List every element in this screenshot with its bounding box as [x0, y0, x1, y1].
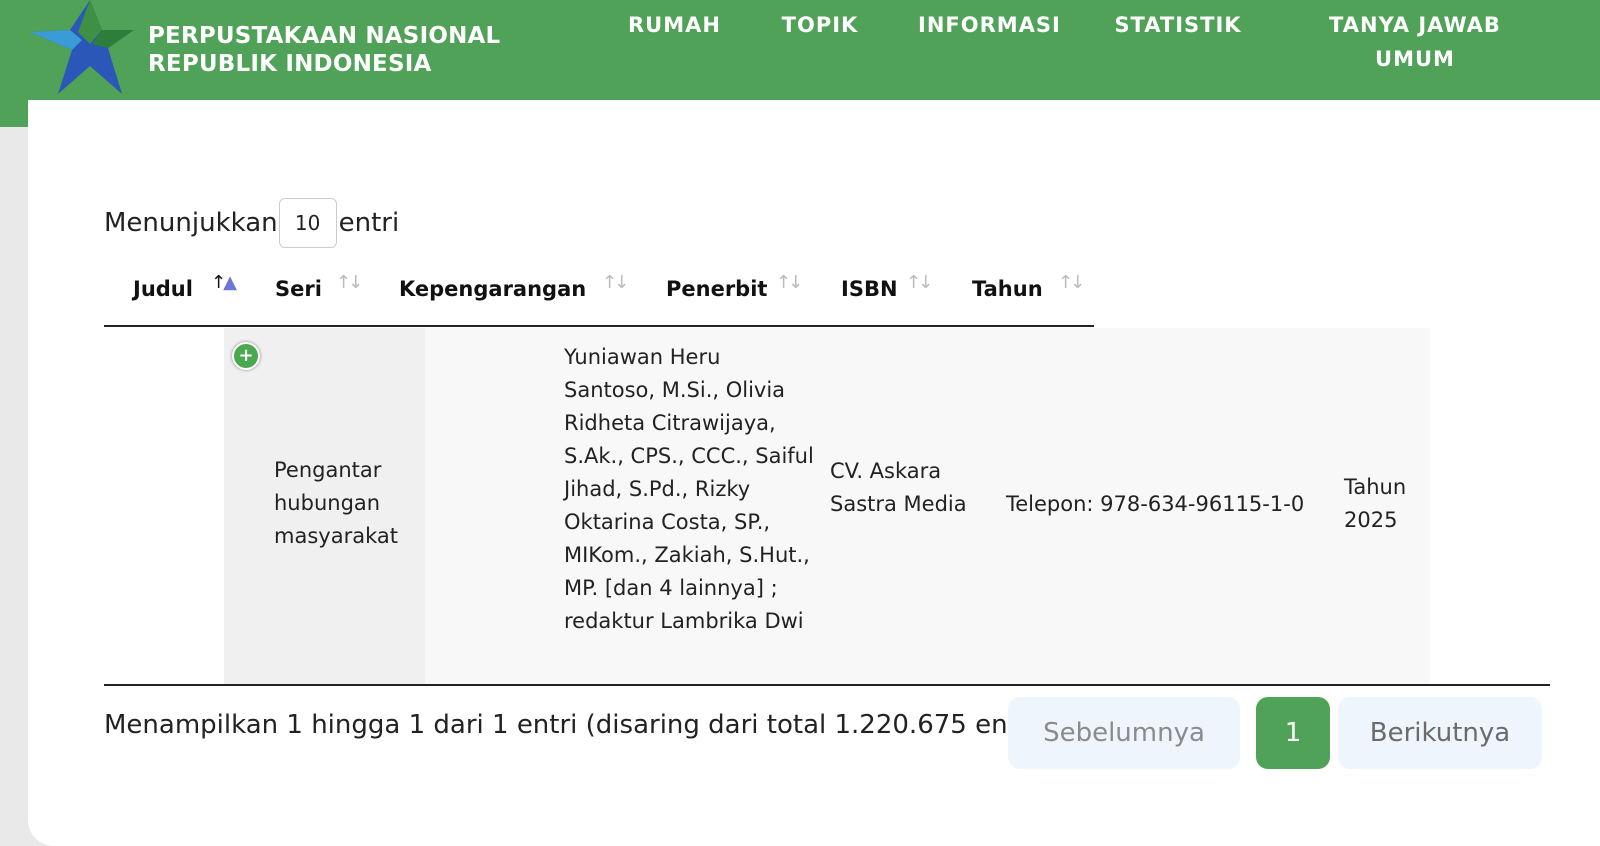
nav-tanya-jawab-line-2: UMUM: [1375, 47, 1455, 71]
nav-tanya-jawab-umum[interactable]: TANYA JAWAB UMUM: [1320, 8, 1510, 76]
length-prefix: Menunjukkan: [104, 208, 278, 238]
site-brand[interactable]: PERPUSTAKAAN NASIONAL REPUBLIK INDONESIA: [148, 22, 500, 78]
seri-cell: Pengantar hubungan masyarakat: [274, 458, 398, 548]
kepengarangan-cell: Yuniawan Heru Santoso, M.Si., Olivia Rid…: [564, 345, 814, 633]
nav-rumah[interactable]: RUMAH: [628, 8, 720, 42]
sort-arrows-icon[interactable]: ↑▲: [211, 272, 237, 293]
brand-line-1: PERPUSTAKAAN NASIONAL: [148, 23, 501, 49]
star-logo-icon[interactable]: [30, 0, 140, 100]
brand-line-2: REPUBLIK INDONESIA: [148, 51, 432, 77]
col-judul[interactable]: Judul: [133, 277, 193, 301]
next-page-button[interactable]: Berikutnya: [1338, 697, 1542, 769]
table-header: Judul ↑▲ Seri ↑↓ Kepengarangan ↑↓ Penerb…: [104, 272, 1094, 327]
isbn-cell: Telepon: 978-634-96115-1-0: [1006, 492, 1305, 516]
sort-arrows-icon[interactable]: ↑↓: [906, 272, 933, 293]
nav-topik[interactable]: TOPIK: [780, 8, 860, 42]
plus-icon[interactable]: +: [232, 342, 260, 370]
entries-per-page-select[interactable]: 10: [278, 198, 337, 248]
entries-length-control: Menunjukkan 10 entri: [104, 198, 399, 248]
col-penerbit[interactable]: Penerbit: [666, 277, 767, 301]
sort-arrows-icon[interactable]: ↑↓: [336, 272, 363, 293]
length-suffix: entri: [338, 208, 400, 238]
previous-page-button[interactable]: Sebelumnya: [1008, 697, 1240, 769]
tahun-cell: Tahun 2025: [1344, 475, 1407, 532]
col-kepengarangan[interactable]: Kepengarangan: [399, 277, 586, 301]
nav-tanya-jawab-line-1: TANYA JAWAB: [1329, 13, 1501, 37]
sort-arrows-icon[interactable]: ↑↓: [602, 272, 629, 293]
table-bottom-border: [104, 684, 1550, 686]
page-1-button[interactable]: 1: [1256, 697, 1330, 769]
col-seri[interactable]: Seri: [275, 277, 322, 301]
nav-informasi[interactable]: INFORMASI: [918, 8, 1060, 42]
penerbit-cell: CV. Askara Sastra Media: [830, 459, 967, 516]
col-tahun[interactable]: Tahun: [972, 277, 1043, 301]
sort-arrows-icon[interactable]: ↑↓: [1058, 272, 1085, 293]
col-isbn[interactable]: ISBN: [841, 277, 898, 301]
nav-statistik[interactable]: STATISTIK: [1114, 8, 1242, 42]
table-info: Menampilkan 1 hingga 1 dari 1 entri (dis…: [104, 710, 1009, 740]
sort-arrows-icon[interactable]: ↑↓: [776, 272, 803, 293]
